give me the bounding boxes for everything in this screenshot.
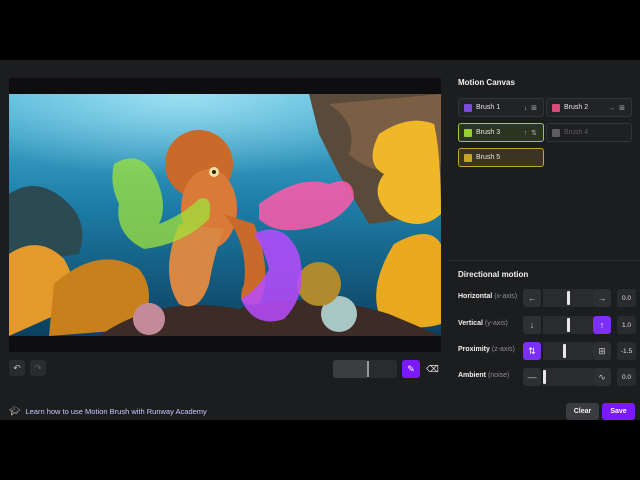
brush-2-swatch xyxy=(552,103,560,112)
save-button[interactable]: Save xyxy=(602,403,635,420)
vertical-down-button[interactable]: ↓ xyxy=(523,316,541,334)
academy-link-text[interactable]: Learn how to use Motion Brush with Runwa… xyxy=(25,407,206,416)
horizontal-left-button[interactable]: ← xyxy=(523,289,541,307)
brush-5-label: Brush 5 xyxy=(476,154,501,161)
arrow-left-icon: ← xyxy=(527,293,537,303)
brush-1-motion-icons: ↓ ⊞ xyxy=(523,104,538,112)
image-canvas[interactable] xyxy=(9,94,441,336)
ambient-value[interactable]: 0.0 xyxy=(617,368,636,386)
brush-tool-button[interactable]: ✎ xyxy=(402,360,420,378)
proximity-label: Proximity (z-axis) xyxy=(458,346,515,353)
graduation-cap-icon: 🎓︎ xyxy=(9,406,21,416)
arrow-down-icon: ↓ xyxy=(529,320,535,330)
motion-row-vertical: Vertical (y-axis) ↓ ↑ 1.0 xyxy=(458,316,636,334)
brush-2-label: Brush 2 xyxy=(564,104,589,111)
ambient-slider[interactable] xyxy=(543,368,593,386)
motion-row-horizontal: Horizontal (x-axis) ← → 0.0 xyxy=(458,289,636,307)
ambient-off-button[interactable]: — xyxy=(523,368,541,386)
eraser-tool-button[interactable]: ⌫ xyxy=(424,360,441,378)
proximity-value[interactable]: -1.5 xyxy=(617,342,636,360)
eraser-icon: ⌫ xyxy=(426,363,439,374)
horizontal-label: Horizontal (x-axis) xyxy=(458,293,518,300)
horizontal-slider[interactable] xyxy=(543,289,593,307)
wave-icon: ∿ xyxy=(598,371,606,382)
proximity-slider-handle[interactable] xyxy=(563,344,566,358)
brush-1-label: Brush 1 xyxy=(476,104,501,111)
vertical-slider-handle[interactable] xyxy=(567,318,570,332)
brush-3[interactable]: Brush 3 ↑ ⇅ xyxy=(458,123,544,142)
minus-icon: — xyxy=(527,372,537,382)
brush-size-slider[interactable] xyxy=(333,360,397,378)
undo-button[interactable]: ↶ xyxy=(9,360,25,376)
brush-1[interactable]: Brush 1 ↓ ⊞ xyxy=(458,98,544,117)
vertical-label: Vertical (y-axis) xyxy=(458,320,508,327)
ambient-slider-handle[interactable] xyxy=(543,370,546,384)
motion-brush-app: ↶ ↷ ✎ ⌫ 🎓︎ Learn how to use Motion Brush… xyxy=(0,60,640,420)
brush-4[interactable]: Brush 4 xyxy=(546,123,632,142)
brush-4-swatch xyxy=(552,128,560,137)
brush-size-fill xyxy=(333,360,367,378)
brush-1-swatch xyxy=(464,103,472,112)
horizontal-right-button[interactable]: → xyxy=(593,289,611,307)
brush-5-swatch xyxy=(464,153,472,162)
directional-motion-title: Directional motion xyxy=(458,270,529,279)
letterbox-bottom xyxy=(0,420,640,480)
motion-canvas-title: Motion Canvas xyxy=(458,78,515,87)
settings-panel: Motion Canvas Brush 1 ↓ ⊞ Brush 2 → ⊞ Br… xyxy=(449,60,640,420)
letterbox-top xyxy=(0,0,640,60)
arrow-right-icon: → xyxy=(597,293,607,303)
brush-icon: ✎ xyxy=(407,363,415,374)
brush-size-handle[interactable] xyxy=(367,361,369,377)
compress-icon: ⇅ xyxy=(528,345,536,356)
proximity-closer-button[interactable]: ⇅ xyxy=(523,342,541,360)
brush-4-label: Brush 4 xyxy=(564,129,589,136)
ambient-label: Ambient (noise) xyxy=(458,372,510,379)
octopus-reef-image[interactable] xyxy=(9,94,441,336)
ambient-noise-button[interactable]: ∿ xyxy=(593,368,611,386)
undo-icon: ↶ xyxy=(13,362,21,373)
proximity-further-button[interactable]: ⊞ xyxy=(593,342,611,360)
redo-button[interactable]: ↷ xyxy=(30,360,46,376)
redo-icon: ↷ xyxy=(34,362,42,373)
horizontal-slider-handle[interactable] xyxy=(567,291,570,305)
horizontal-value[interactable]: 0.0 xyxy=(617,289,636,307)
arrow-up-icon: ↑ xyxy=(599,320,605,330)
brush-2-motion-icons: → ⊞ xyxy=(608,104,626,112)
brush-3-label: Brush 3 xyxy=(476,129,501,136)
section-divider xyxy=(449,260,640,261)
motion-row-ambient: Ambient (noise) — ∿ 0.0 xyxy=(458,368,636,386)
vertical-value[interactable]: 1.0 xyxy=(617,316,636,334)
brush-5[interactable]: Brush 5 xyxy=(458,148,544,167)
brush-2[interactable]: Brush 2 → ⊞ xyxy=(546,98,632,117)
academy-link[interactable]: 🎓︎ Learn how to use Motion Brush with Ru… xyxy=(9,406,207,417)
vertical-slider[interactable] xyxy=(543,316,593,334)
vertical-up-button[interactable]: ↑ xyxy=(593,316,611,334)
brush-3-swatch xyxy=(464,128,472,137)
expand-icon: ⊞ xyxy=(598,345,606,356)
brush-3-motion-icons: ↑ ⇅ xyxy=(523,129,538,137)
proximity-slider[interactable] xyxy=(543,342,593,360)
clear-button[interactable]: Clear xyxy=(566,403,599,420)
motion-row-proximity: Proximity (z-axis) ⇅ ⊞ -1.5 xyxy=(458,342,636,360)
